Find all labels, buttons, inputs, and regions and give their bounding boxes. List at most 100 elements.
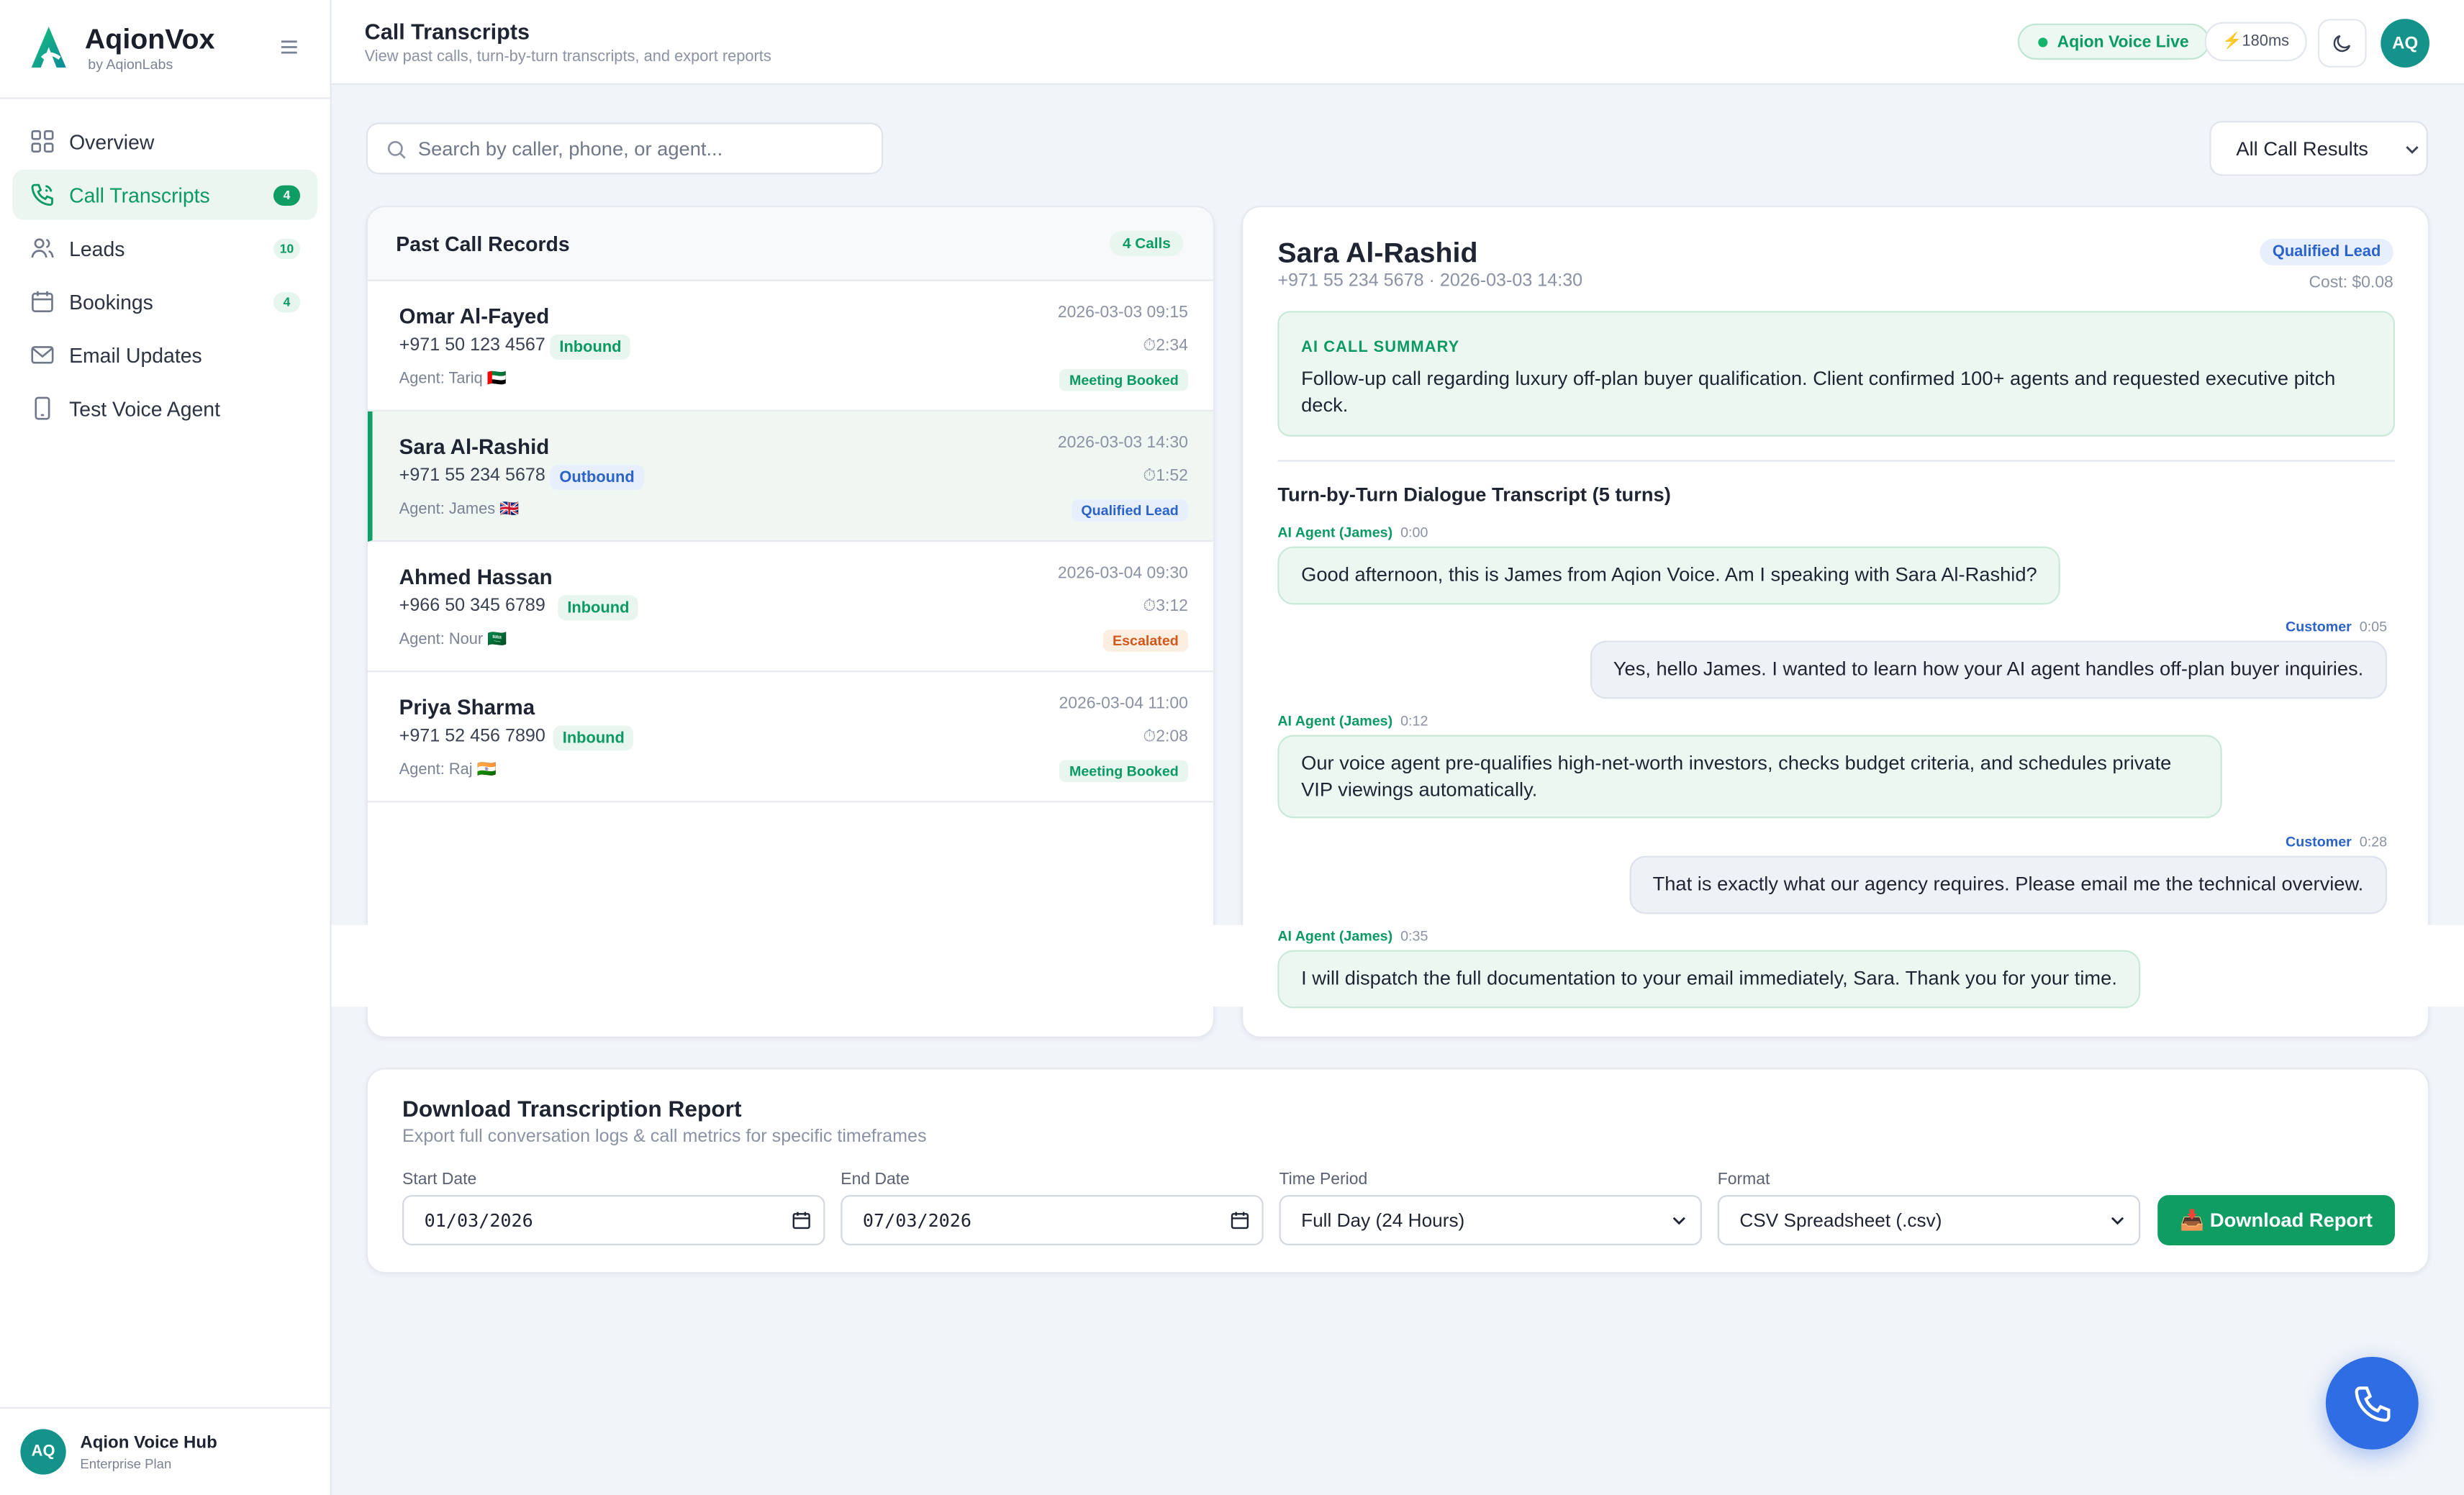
sidebar-divider: [0, 97, 332, 99]
live-status-label: Aqion Voice Live: [2057, 32, 2189, 51]
end-date-value: 07/03/2026: [862, 1209, 972, 1232]
sidebar-item-email-updates[interactable]: Email Updates: [12, 330, 317, 380]
render-artifact: [331, 924, 1274, 1007]
detail-divider: [1277, 460, 2395, 462]
report-subtitle: Export full conversation logs & call met…: [402, 1127, 927, 1147]
call-fab-button[interactable]: [2325, 1356, 2419, 1450]
agent-label: Agent: Raj 🇮🇳: [399, 761, 497, 779]
transcript-bubble-customer: Yes, hello James. I wanted to learn how …: [1590, 640, 2388, 699]
turn-label: Customer 0:05: [2286, 619, 2387, 635]
transcript-bubble-agent: Good afternoon, this is James from Aqion…: [1277, 546, 2061, 604]
workspace-plan: Enterprise Plan: [80, 1455, 172, 1472]
direction-badge: Outbound: [550, 465, 644, 491]
latency-badge: ⚡180ms: [2204, 22, 2307, 62]
detail-caller-name: Sara Al-Rashid: [1277, 237, 1478, 269]
mail-icon: [31, 346, 54, 364]
transcript-bubble-agent: Our voice agent pre-qualifies high-net-w…: [1277, 735, 2222, 819]
detail-meta: +971 55 234 5678 · 2026-03-03 14:30: [1277, 271, 1583, 291]
call-result-filter[interactable]: All Call Results: [2209, 121, 2428, 176]
format-select[interactable]: CSV Spreadsheet (.csv): [1717, 1195, 2141, 1245]
call-record-row[interactable]: Priya Sharma +971 52 456 7890 Inbound Ag…: [367, 672, 1213, 803]
sidebar-footer[interactable]: AQ Aqion Voice Hub Enterprise Plan: [0, 1407, 332, 1495]
search-box: [366, 122, 884, 175]
call-records-panel: Past Call Records 4 Calls Omar Al-Fayed …: [366, 205, 1215, 1038]
time-period-select[interactable]: Full Day (24 Hours): [1279, 1195, 1702, 1245]
report-title: Download Transcription Report: [402, 1097, 742, 1123]
result-badge: Meeting Booked: [1059, 368, 1188, 391]
direction-badge: Inbound: [558, 595, 639, 621]
call-record-row[interactable]: Omar Al-Fayed +971 50 123 4567 Inbound A…: [367, 281, 1213, 412]
turn-speaker: Customer: [2286, 619, 2352, 635]
chevron-down-icon: [2406, 146, 2419, 154]
summary-label: AI CALL SUMMARY: [1301, 339, 1460, 357]
caller-name: Sara Al-Rashid: [399, 435, 550, 459]
agent-label: Agent: Tariq 🇦🇪: [399, 371, 507, 388]
sidebar-nav: Overview Call Transcripts 4 Leads 10 Boo…: [12, 117, 318, 437]
format-label: Format: [1717, 1170, 1770, 1189]
agent-label: Agent: James 🇬🇧: [399, 501, 520, 519]
sidebar-item-bookings[interactable]: Bookings 4: [12, 276, 317, 327]
call-record-row[interactable]: Ahmed Hassan +966 50 345 6789 Inbound Ag…: [367, 542, 1213, 673]
grid-icon: [31, 129, 54, 153]
direction-badge: Inbound: [550, 334, 631, 360]
call-record-row[interactable]: Sara Al-Rashid +971 55 234 5678 Outbound…: [367, 411, 1213, 542]
time-period-value: Full Day (24 Hours): [1301, 1209, 1465, 1232]
caller-phone: +971 50 123 4567: [399, 336, 545, 355]
search-input[interactable]: [417, 124, 874, 173]
turn-time: 0:00: [1400, 524, 1428, 540]
start-date-label: Start Date: [402, 1170, 477, 1189]
page-title: Call Transcripts: [364, 19, 530, 45]
summary-text: Follow-up call regarding luxury off-plan…: [1301, 367, 2336, 416]
sidebar-count-badge: 4: [273, 185, 301, 206]
chevron-down-icon: [1672, 1217, 1685, 1225]
brand-name: AqionVox: [84, 23, 215, 55]
sidebar-item-call-transcripts[interactable]: Call Transcripts 4: [12, 169, 318, 220]
sidebar-item-label: Email Updates: [69, 342, 202, 367]
call-records-header: Past Call Records 4 Calls: [367, 207, 1213, 281]
sidebar-item-label: Test Voice Agent: [69, 396, 220, 420]
turn-label: AI Agent (James) 0:12: [1277, 713, 1428, 729]
moon-icon: [2333, 35, 2351, 53]
call-datetime: 2026-03-03 14:30: [1057, 433, 1188, 453]
call-datetime: 2026-03-04 11:00: [1059, 694, 1188, 713]
start-date-value: 01/03/2026: [424, 1209, 533, 1232]
menu-toggle-icon[interactable]: [280, 40, 299, 55]
turn-speaker: Customer: [2286, 834, 2352, 850]
call-duration: ⏱2:34: [1143, 336, 1188, 355]
render-artifact: [2427, 924, 2464, 1007]
end-date-field[interactable]: 07/03/2026: [841, 1195, 1264, 1245]
start-date-field[interactable]: 01/03/2026: [402, 1195, 825, 1245]
transcript-bubble-agent: I will dispatch the full documentation t…: [1277, 950, 2141, 1008]
caller-phone: +971 52 456 7890: [399, 727, 545, 746]
format-value: CSV Spreadsheet (.csv): [1739, 1209, 1942, 1232]
top-bar: Call Transcripts View past calls, turn-b…: [331, 0, 2464, 85]
call-duration: ⏱1:52: [1143, 466, 1188, 486]
theme-toggle-button[interactable]: [2317, 19, 2367, 68]
turn-time: 0:35: [1400, 928, 1428, 944]
call-records-title: Past Call Records: [396, 232, 570, 256]
ai-call-summary: AI CALL SUMMARY Follow-up call regarding…: [1277, 311, 2395, 437]
calendar-icon: [1231, 1212, 1249, 1230]
download-report-button[interactable]: 📥 Download Report: [2157, 1195, 2395, 1245]
brand[interactable]: AqionVox by AqionLabs: [28, 24, 214, 72]
brand-subtitle: by AqionLabs: [88, 56, 173, 73]
user-avatar[interactable]: AQ: [2381, 19, 2430, 68]
download-report-panel: Download Transcription Report Export ful…: [366, 1068, 2430, 1274]
sidebar-item-overview[interactable]: Overview: [12, 117, 317, 167]
sidebar-count-badge: 10: [273, 238, 301, 260]
turn-speaker: AI Agent (James): [1277, 928, 1393, 944]
phone-icon: [2354, 1386, 2390, 1422]
sidebar-item-leads[interactable]: Leads 10: [12, 223, 317, 273]
mobile-icon: [35, 396, 50, 420]
end-date-label: End Date: [841, 1170, 910, 1189]
caller-name: Omar Al-Fayed: [399, 304, 550, 329]
avatar: AQ: [20, 1429, 66, 1475]
turn-time: 0:05: [2359, 619, 2388, 635]
agent-label: Agent: Nour 🇸🇦: [399, 631, 507, 649]
chevron-down-icon: [2111, 1217, 2124, 1225]
status-dot-icon: [2038, 37, 2048, 47]
sidebar-item-test-voice-agent[interactable]: Test Voice Agent: [12, 383, 317, 434]
filter-selected-value: All Call Results: [2236, 137, 2368, 160]
sidebar: AqionVox by AqionLabs Overview Call Tran…: [0, 0, 332, 1495]
search-icon: [387, 140, 406, 159]
